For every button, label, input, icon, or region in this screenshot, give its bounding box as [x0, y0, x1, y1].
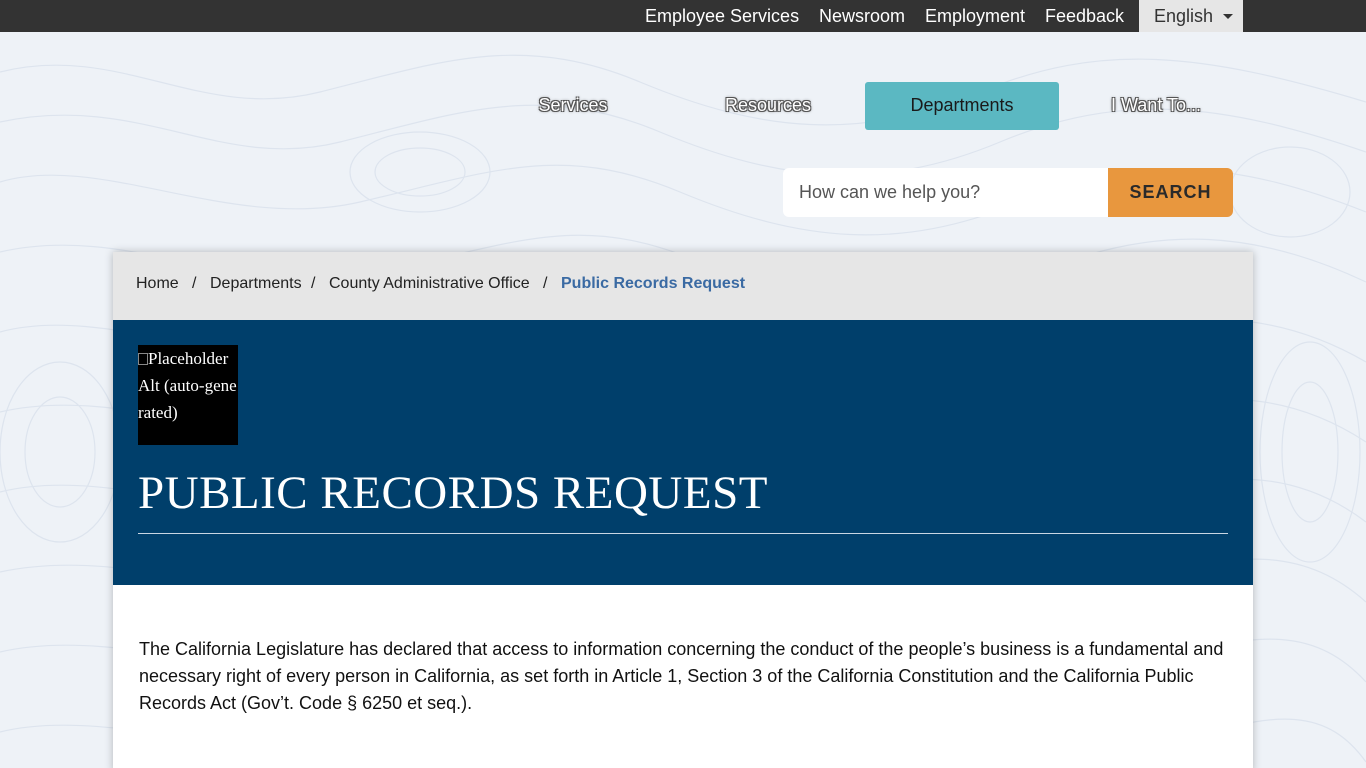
breadcrumb-home[interactable]: Home: [136, 275, 179, 292]
nav-services[interactable]: Services: [476, 82, 670, 130]
breadcrumb-separator: /: [192, 275, 197, 292]
language-select[interactable]: English: [1139, 0, 1243, 32]
title-divider: [138, 533, 1228, 534]
breadcrumb-separator: /: [543, 275, 548, 292]
broken-image-icon: [138, 353, 148, 365]
page-title: PUBLIC RECORDS REQUEST: [138, 467, 768, 519]
intro-paragraph: The California Legislature has declared …: [139, 639, 1224, 713]
employment-link[interactable]: Employment: [925, 0, 1025, 32]
nav-departments[interactable]: Departments: [865, 82, 1059, 130]
utility-bar: Employee Services Newsroom Employment Fe…: [0, 0, 1366, 32]
newsroom-link[interactable]: Newsroom: [819, 0, 905, 32]
page-hero: Placeholder Alt (auto-generated) PUBLIC …: [113, 320, 1253, 585]
hero-image-alt: Placeholder Alt (auto-generated): [138, 349, 237, 422]
feedback-link[interactable]: Feedback: [1045, 0, 1124, 32]
nav-resources[interactable]: Resources: [671, 82, 865, 130]
language-select-value: English: [1154, 6, 1214, 26]
caret-down-icon: [1223, 14, 1233, 19]
breadcrumb-departments[interactable]: Departments: [210, 275, 302, 292]
breadcrumb-county-administrative-office[interactable]: County Administrative Office: [329, 275, 530, 292]
search-input[interactable]: [783, 168, 1109, 217]
breadcrumb-separator: /: [311, 275, 316, 292]
employee-services-link[interactable]: Employee Services: [645, 0, 799, 32]
site-search: SEARCH: [783, 168, 1233, 217]
breadcrumb: Home / Departments / County Administrati…: [113, 252, 1253, 320]
hero-image: Placeholder Alt (auto-generated): [138, 345, 238, 445]
search-button[interactable]: SEARCH: [1108, 168, 1233, 217]
breadcrumb-current: Public Records Request: [561, 275, 746, 292]
nav-i-want-to[interactable]: I Want To...: [1059, 82, 1253, 130]
content-card: Home / Departments / County Administrati…: [113, 252, 1253, 768]
